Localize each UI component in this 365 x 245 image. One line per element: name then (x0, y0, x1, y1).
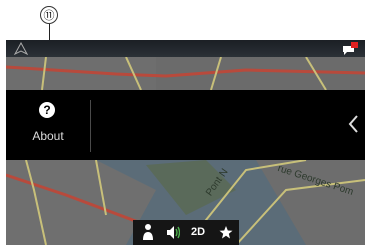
bottom-bar: 2D (133, 220, 239, 245)
volume-icon[interactable] (166, 220, 180, 245)
about-label: About (32, 129, 64, 143)
menu-panel: ? About (6, 90, 365, 160)
status-bar (6, 40, 365, 57)
question-icon: ? (39, 102, 55, 118)
navigation-screen: Pont N rue Georges Pom ? About 2D (6, 40, 365, 245)
message-notification-icon[interactable] (341, 41, 359, 56)
callout-number: ⑪ (40, 6, 58, 24)
menu-divider (90, 100, 91, 152)
navigation-arrow-icon[interactable] (14, 42, 28, 55)
view-mode-button[interactable]: 2D (191, 220, 205, 245)
user-icon[interactable] (142, 220, 154, 245)
chevron-left-icon[interactable] (347, 114, 359, 134)
star-icon[interactable] (219, 220, 233, 245)
about-button[interactable]: ? About (6, 90, 90, 160)
